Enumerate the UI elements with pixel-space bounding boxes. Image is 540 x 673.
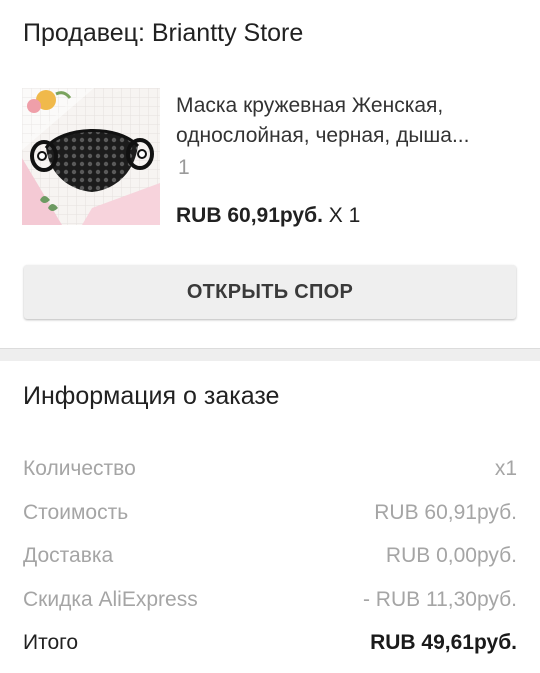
order-product-item[interactable]: Маска кружевная Женская, однослойная, че… <box>22 88 522 228</box>
order-info-row-discount: Скидка AliExpress - RUB 11,30руб. <box>23 585 517 615</box>
order-info-row-shipping: Доставка RUB 0,00руб. <box>23 541 517 571</box>
order-info-row-total: Итого RUB 49,61руб. <box>23 628 517 658</box>
product-title-line: однослойная, черная, дыша... <box>176 124 470 147</box>
product-title[interactable]: Маска кружевная Женская, однослойная, че… <box>176 91 516 151</box>
product-thumbnail[interactable] <box>22 88 160 225</box>
order-info-title: Информация о заказе <box>23 382 280 410</box>
product-quantity: X 1 <box>322 204 361 227</box>
row-label: Количество <box>23 457 136 480</box>
row-value: RUB 60,91руб. <box>374 501 517 524</box>
row-value: - RUB 11,30руб. <box>362 588 517 611</box>
row-value: RUB 49,61руб. <box>370 631 517 654</box>
product-price: RUB 60,91руб. X 1 <box>176 201 360 231</box>
section-divider <box>0 348 540 361</box>
order-info-row-quantity: Количество x1 <box>23 454 517 484</box>
product-title-line: Маска кружевная Женская, <box>176 94 444 117</box>
row-label: Скидка AliExpress <box>23 588 198 611</box>
black-lace-mask-image <box>22 88 160 225</box>
row-value: RUB 0,00руб. <box>385 544 517 567</box>
row-label: Доставка <box>23 544 114 567</box>
row-value: x1 <box>494 457 517 480</box>
order-info-row-cost: Стоимость RUB 60,91руб. <box>23 498 517 528</box>
row-label: Итого <box>23 631 79 654</box>
open-dispute-button[interactable]: ОТКРЫТЬ СПОР <box>24 265 516 319</box>
seller-name[interactable]: Продавец: Briantty Store <box>23 16 303 50</box>
product-price-amount: RUB 60,91руб. <box>176 204 323 227</box>
product-sku: 1 <box>178 156 190 179</box>
row-label: Стоимость <box>23 501 129 524</box>
